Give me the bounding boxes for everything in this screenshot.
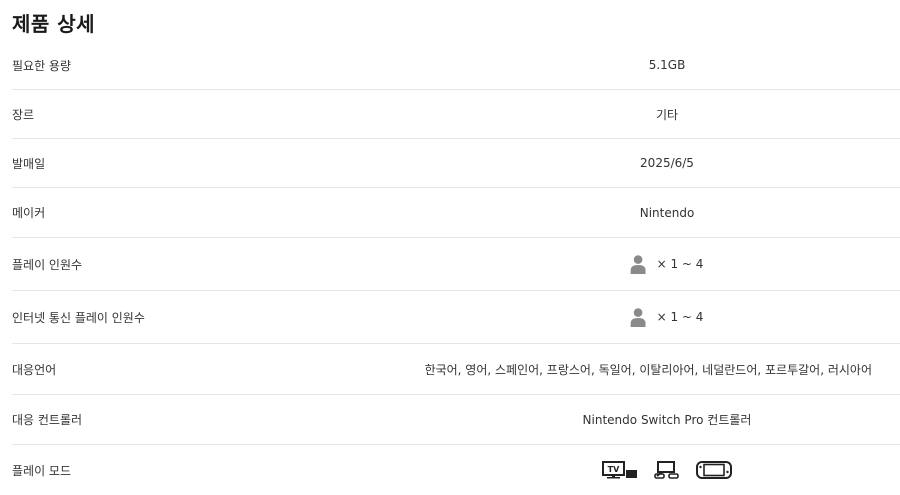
row-label: 플레이 모드 <box>12 463 72 478</box>
detail-row-controllers: 대응 컨트롤러 Nintendo Switch Pro 컨트롤러 <box>12 395 900 445</box>
row-value: × 1 ~ 4 <box>630 254 704 274</box>
row-label: 대응 컨트롤러 <box>12 413 83 427</box>
player-count: × 1 ~ 4 <box>656 257 704 271</box>
online-player-count: × 1 ~ 4 <box>656 310 704 324</box>
row-value: Nintendo Switch Pro 컨트롤러 <box>582 413 752 427</box>
detail-row-release-date: 발매일 2025/6/5 <box>12 139 900 188</box>
product-details-table: 필요한 용량 5.1GB 장르 기타 발매일 2025/6/5 메이커 Nint… <box>12 41 900 495</box>
detail-row-players: 플레이 인원수 × 1 ~ 4 <box>12 238 900 291</box>
person-icon <box>630 254 646 274</box>
row-value: × 1 ~ 4 <box>630 307 704 327</box>
detail-row-online-players: 인터넷 통신 플레이 인원수 × 1 ~ 4 <box>12 291 900 344</box>
row-value: 기타 <box>655 107 679 122</box>
tv-label: TV <box>608 465 620 474</box>
row-label: 대응언어 <box>12 362 57 377</box>
detail-row-maker: 메이커 Nintendo <box>12 188 900 238</box>
detail-row-genre: 장르 기타 <box>12 90 900 139</box>
row-label: 메이커 <box>12 206 46 220</box>
tabletop-mode-icon <box>654 461 679 479</box>
row-label: 플레이 인원수 <box>12 257 83 272</box>
detail-row-storage: 필요한 용량 5.1GB <box>12 41 900 90</box>
person-icon <box>630 307 646 327</box>
row-value: 한국어, 영어, 스페인어, 프랑스어, 독일어, 이탈리아어, 네덜란드어, … <box>424 362 872 377</box>
tv-mode-icon: TV <box>602 461 637 479</box>
row-label: 인터넷 통신 플레이 인원수 <box>12 310 145 325</box>
row-value: Nintendo <box>639 205 695 220</box>
row-label: 필요한 용량 <box>12 58 72 73</box>
row-label: 장르 <box>12 107 35 122</box>
page-title: 제품 상세 <box>12 12 96 36</box>
row-value: 2025/6/5 <box>640 156 694 170</box>
row-value: TV <box>602 461 732 479</box>
row-label: 발매일 <box>12 156 46 171</box>
play-mode-icons: TV <box>602 461 732 479</box>
detail-row-languages: 대응언어 한국어, 영어, 스페인어, 프랑스어, 독일어, 이탈리아어, 네덜… <box>12 344 900 395</box>
detail-row-play-modes: 플레이 모드 TV <box>12 445 900 495</box>
row-value: 5.1GB <box>648 58 686 72</box>
handheld-mode-icon <box>696 461 732 479</box>
